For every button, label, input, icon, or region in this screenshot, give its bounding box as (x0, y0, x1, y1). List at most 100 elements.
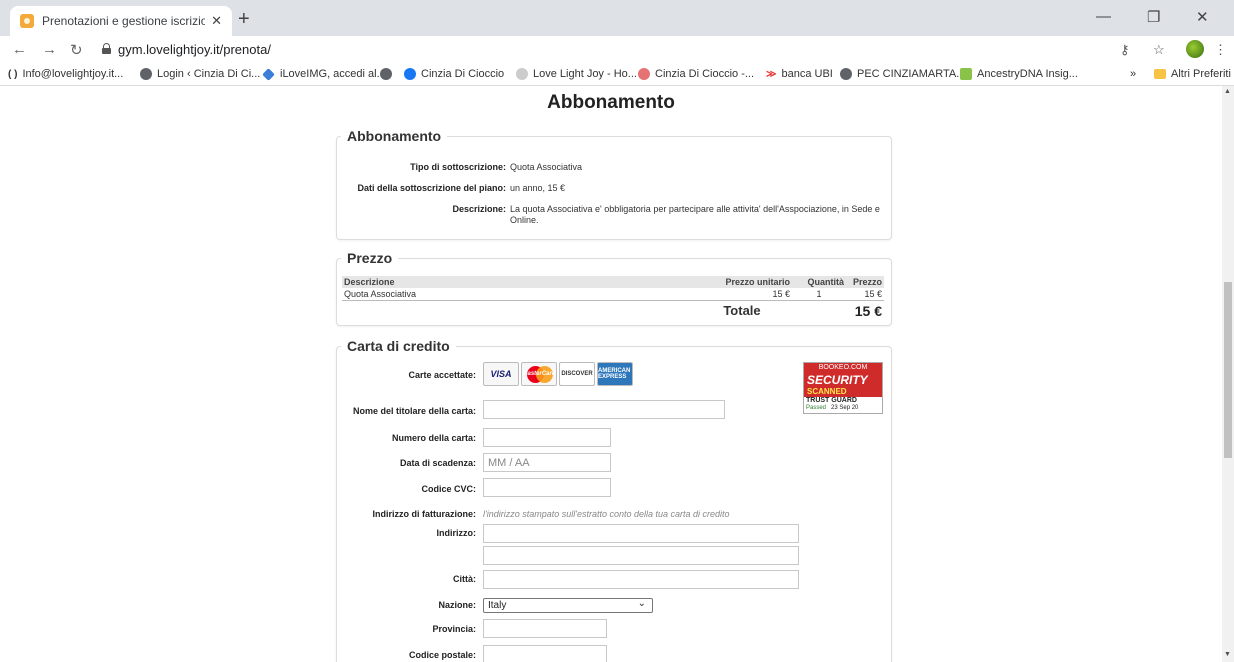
tab-close-icon[interactable]: ✕ (211, 13, 222, 29)
row-quantity: 1 (816, 289, 822, 299)
subscription-type-label: Tipo di sottoscrizione: (410, 162, 506, 172)
bookmark-item[interactable]: Cinzia Di Cioccio -... (638, 68, 754, 80)
bookmark-item[interactable] (380, 68, 397, 80)
card-number-input[interactable] (483, 428, 611, 447)
table-row: Quota Associativa 15 € 1 15 € (342, 288, 884, 301)
cvc-label: Codice CVC: (421, 484, 476, 494)
globe-icon (840, 68, 852, 80)
globe-icon (140, 68, 152, 80)
description-value: La quota Associativa e' obbligatoria per… (510, 204, 880, 225)
subscription-type-value: Quota Associativa (510, 162, 583, 172)
total-row: Totale 15 € (342, 302, 884, 320)
postal-code-label: Codice postale: (408, 650, 476, 660)
maximize-window-icon[interactable]: ❐ (1147, 8, 1160, 26)
address-label: Indirizzo: (436, 528, 477, 538)
expiry-date-label: Data di scadenza: (399, 458, 476, 468)
col-price: Prezzo (846, 276, 884, 288)
address-bar[interactable]: gym.lovelightjoy.it/prenota/ (118, 42, 271, 57)
bookmark-page-icon (516, 68, 528, 80)
description-label: Descrizione: (452, 204, 506, 214)
city-input[interactable] (483, 570, 799, 589)
total-value: 15 € (854, 302, 882, 319)
bookmarks-overflow-icon[interactable]: » (1130, 68, 1136, 80)
col-quantity: Quantità (792, 276, 846, 288)
city-label: Città: (453, 574, 476, 584)
bookmark-item[interactable]: Love Light Joy - Ho... (516, 68, 637, 80)
browser-toolbar: ← → ↻ gym.lovelightjoy.it/prenota/ ⚷ ☆ ⋮ (0, 36, 1234, 64)
reload-icon[interactable]: ↻ (70, 41, 83, 59)
cardholder-name-input[interactable] (483, 400, 725, 419)
other-bookmarks-folder[interactable]: Altri Preferiti (1154, 68, 1231, 80)
close-window-icon[interactable]: ✕ (1196, 8, 1209, 26)
site-favicon-icon (20, 14, 34, 28)
plan-data-value: un anno, 15 € (510, 183, 566, 193)
plan-data-label: Dati della sottoscrizione del piano: (357, 183, 506, 193)
globe-icon (380, 68, 392, 80)
country-select-value: Italy (488, 600, 507, 611)
forward-arrow-icon[interactable]: → (42, 41, 57, 58)
country-select[interactable]: Italy ⌄ (483, 598, 653, 613)
back-arrow-icon[interactable]: ← (12, 41, 27, 58)
province-label: Provincia: (432, 624, 476, 634)
lock-icon[interactable] (102, 43, 111, 54)
facebook-icon (404, 68, 416, 80)
address-line-2-input[interactable] (483, 546, 799, 565)
scroll-down-arrow-icon[interactable]: ▼ (1224, 651, 1231, 658)
country-label: Nazione: (438, 600, 476, 610)
scrollbar-thumb[interactable] (1224, 282, 1232, 458)
bookmark-item[interactable]: PEC CINZIAMARTA... (840, 68, 965, 80)
ancestry-icon (960, 68, 972, 80)
iloveimg-icon (262, 67, 275, 81)
card-number-label: Numero della carta: (391, 433, 476, 443)
row-description: Quota Associativa (344, 289, 417, 299)
bookmark-item[interactable]: iLoveIMG, accedi al... (262, 67, 386, 81)
scroll-up-arrow-icon[interactable]: ▲ (1224, 88, 1231, 95)
bookmark-star-icon[interactable]: ☆ (1153, 42, 1165, 58)
browser-menu-icon[interactable]: ⋮ (1214, 42, 1227, 58)
profile-avatar[interactable] (1186, 40, 1204, 58)
billing-address-hint: l'indirizzo stampato sull'estratto conto… (483, 509, 730, 519)
expiry-date-input[interactable] (483, 453, 611, 472)
bookmark-item[interactable]: AncestryDNA Insig... (960, 68, 1078, 80)
credit-card-form: Carte accettate: VISA MasterCard DISCOVE… (336, 348, 892, 662)
mastercard-icon: MasterCard (521, 362, 557, 386)
browser-tab-strip: Prenotazioni e gestione iscrizioni ✕ + —… (0, 0, 1234, 36)
password-key-icon[interactable]: ⚷ (1120, 42, 1130, 58)
bookmark-item[interactable]: Cinzia Di Cioccio (404, 68, 504, 80)
flower-icon (638, 68, 650, 80)
postal-code-input[interactable] (483, 645, 607, 662)
security-scanned-badge[interactable]: BOOKEO.COM SECURITY SCANNED TRUST GUARD … (803, 362, 883, 414)
discover-card-icon: DISCOVER (559, 362, 595, 386)
row-price: 15 € (864, 289, 882, 299)
folder-icon (1154, 69, 1166, 79)
page-scrollbar[interactable]: ▲ ▼ (1222, 86, 1234, 662)
cvc-input[interactable] (483, 478, 611, 497)
province-input[interactable] (483, 619, 607, 638)
browser-tab[interactable]: Prenotazioni e gestione iscrizioni ✕ (10, 6, 232, 36)
price-legend: Prezzo (347, 250, 393, 266)
page-title: Abbonamento (547, 92, 675, 113)
total-label: Totale (723, 303, 761, 318)
tab-title: Prenotazioni e gestione iscrizioni (42, 14, 206, 28)
billing-address-label: Indirizzo di fatturazione: (372, 509, 477, 519)
amex-card-icon: AMERICAN EXPRESS (597, 362, 633, 386)
bookmark-item[interactable]: Login ‹ Cinzia Di Ci... (140, 68, 260, 80)
bookmark-item[interactable]: ≫ banca UBI (766, 68, 833, 80)
visa-card-icon: VISA (483, 362, 519, 386)
bookmark-item[interactable]: ( ) Info@lovelightjoy.it... (8, 68, 123, 80)
accepted-cards-label: Carte accettate: (408, 370, 476, 380)
new-tab-button[interactable]: + (238, 8, 250, 31)
page-viewport: Abbonamento Abbonamento Tipo di sottoscr… (0, 86, 1222, 662)
minimize-window-icon[interactable]: — (1096, 8, 1111, 25)
col-unit-price: Prezzo unitario (692, 276, 792, 288)
bookmarks-bar: ( ) Info@lovelightjoy.it... Login ‹ Cinzi… (0, 64, 1234, 86)
col-description: Descrizione (342, 276, 692, 288)
address-line-1-input[interactable] (483, 524, 799, 543)
cardholder-name-label: Nome del titolare della carta: (352, 406, 476, 416)
row-unit-price: 15 € (772, 289, 790, 299)
accepted-cards: VISA MasterCard DISCOVER AMERICAN EXPRES… (483, 362, 633, 386)
price-table: Descrizione Prezzo unitario Quantità Pre… (342, 276, 884, 320)
ubi-bank-icon: ≫ (766, 68, 777, 80)
price-table-header: Descrizione Prezzo unitario Quantità Pre… (342, 276, 884, 288)
chevron-down-icon: ⌄ (637, 598, 646, 609)
